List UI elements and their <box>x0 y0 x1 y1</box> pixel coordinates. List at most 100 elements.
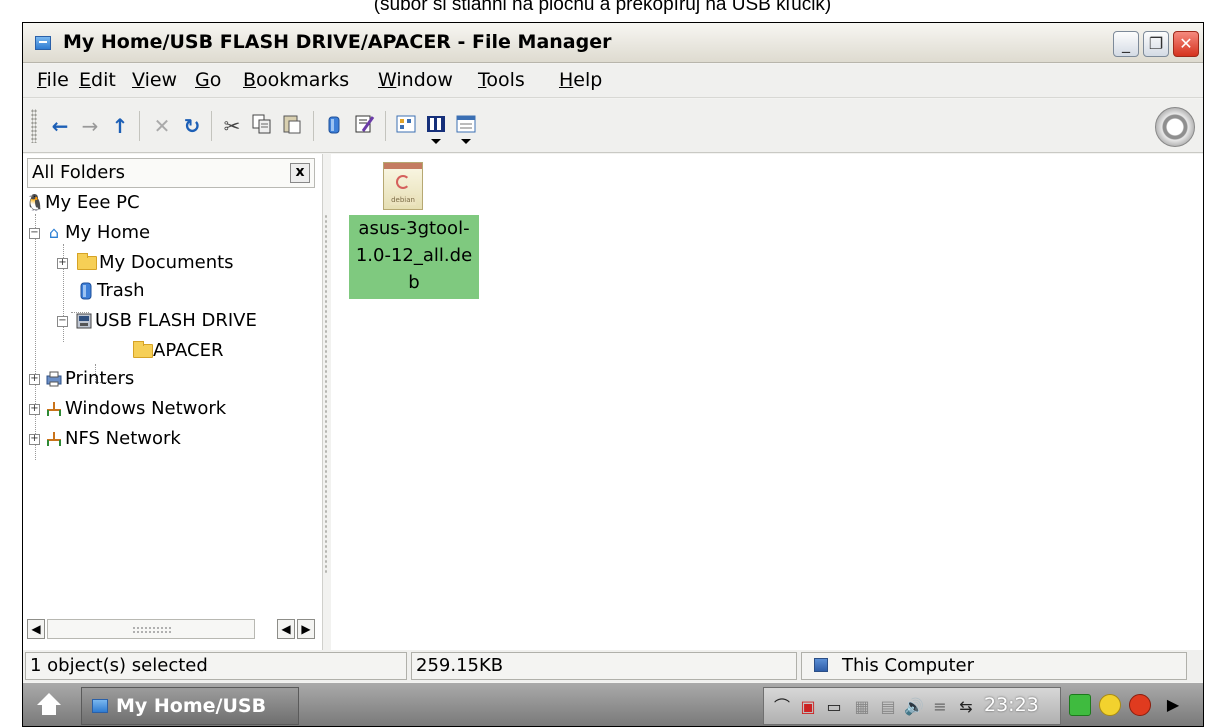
arrow-right-icon[interactable]: ▶ <box>1163 695 1183 715</box>
folder-open-icon <box>133 341 153 358</box>
printer-icon <box>45 370 63 388</box>
status-size: 259.15KB <box>411 652 797 680</box>
scroll-left-button[interactable]: ◀ <box>277 619 295 639</box>
close-button[interactable]: ✕ <box>1173 31 1199 57</box>
volume-icon[interactable]: 🔊 <box>904 697 924 717</box>
tree-item-my-eee-pc[interactable]: 🐧 My Eee PC <box>25 190 305 218</box>
tree-item-label: My Home <box>65 222 151 243</box>
tree-item-label: My Documents <box>99 252 234 273</box>
spreadsheet-icon[interactable] <box>1069 694 1091 716</box>
copy-icon[interactable] <box>249 113 275 139</box>
system-tray: ⌒ ▣ ▭ ▦ ▤ 🔊 ≡ ⇆ 23:23 <box>763 687 1061 725</box>
scroll-thumb[interactable] <box>132 626 172 634</box>
window-app-icon <box>92 699 108 713</box>
trash-icon <box>77 282 95 300</box>
tree-item-label: USB FLASH DRIVE <box>95 310 257 331</box>
tree-item-label: My Eee PC <box>45 192 140 213</box>
clock[interactable]: 23:23 <box>984 694 1039 716</box>
tree-item-trash[interactable]: Trash <box>25 278 305 306</box>
penguin-icon: 🐧 <box>25 193 45 212</box>
collapse-icon[interactable]: − <box>57 316 68 327</box>
folder-tree-title: All Folders <box>32 162 126 183</box>
forward-icon[interactable]: → <box>77 113 103 139</box>
file-view: debian asus-3gtool-1.0-12_all.deb <box>331 154 1203 650</box>
menu-bar: File Edit View Go Bookmarks Window Tools… <box>23 64 1203 98</box>
tree-item-usb-flash-drive[interactable]: − USB FLASH DRIVE <box>25 308 315 336</box>
file-item[interactable]: debian asus-3gtool-1.0-12_all.deb <box>339 160 479 299</box>
menu-file[interactable]: File <box>37 69 69 91</box>
menu-help[interactable]: Help <box>559 69 602 91</box>
home-icon[interactable] <box>37 693 61 717</box>
view-detail-icon[interactable] <box>453 113 479 144</box>
properties-icon[interactable] <box>351 113 377 139</box>
horizontal-scrollbar[interactable]: ◀ ◀ ▶ <box>27 619 319 641</box>
toolbar-separator <box>139 111 141 141</box>
menu-tools[interactable]: Tools <box>478 69 525 91</box>
tree-item-label: NFS Network <box>65 428 181 449</box>
menu-edit[interactable]: Edit <box>79 69 116 91</box>
pane-splitter[interactable] <box>323 154 331 650</box>
home-icon: ⌂ <box>48 223 60 242</box>
maximize-button[interactable]: ❐ <box>1143 31 1169 57</box>
network-disconnected-icon[interactable]: ▣ <box>798 697 818 717</box>
status-location-label: This Computer <box>842 655 974 676</box>
expand-icon[interactable]: + <box>57 258 68 269</box>
power-icon[interactable] <box>1129 694 1151 716</box>
taskbar-window-label: My Home/USB <box>116 695 267 717</box>
toolbar: ← → ↑ ✕ ↻ ✂ <box>23 99 1203 153</box>
expand-icon[interactable]: + <box>29 374 40 385</box>
taskbar: My Home/USB ⌒ ▣ ▭ ▦ ▤ 🔊 ≡ ⇆ 23:23 ▶ <box>23 683 1203 726</box>
network-icon <box>45 430 63 448</box>
scroll-right-button[interactable]: ▶ <box>297 619 315 639</box>
activity-spinner-icon <box>1155 107 1195 147</box>
menu-view[interactable]: View <box>132 69 177 91</box>
file-manager-window: My Home/USB FLASH DRIVE/APACER - File Ma… <box>22 22 1204 727</box>
back-icon[interactable]: ← <box>47 113 73 139</box>
menu-bookmarks[interactable]: Bookmarks <box>243 69 349 91</box>
menu-window[interactable]: Window <box>378 69 453 91</box>
cut-icon[interactable]: ✂ <box>219 113 245 139</box>
tree-item-label: Printers <box>65 368 135 389</box>
status-location: This Computer <box>801 652 1187 680</box>
toolbar-separator <box>385 111 387 141</box>
menu-go[interactable]: Go <box>195 69 221 91</box>
view-list-icon[interactable] <box>423 113 449 144</box>
tree-item-windows-network[interactable]: + Windows Network <box>25 396 315 424</box>
folder-tree-header: All Folders x <box>27 158 315 188</box>
tree-item-printers[interactable]: + Printers <box>25 366 305 394</box>
wifi-icon[interactable]: ⌒ <box>772 697 792 717</box>
battery-icon[interactable]: ▭ <box>824 697 844 717</box>
folder-tree-pane: All Folders x 🐧 My Eee PC − ⌂ My Home + … <box>23 154 323 650</box>
view-icons-icon[interactable] <box>393 113 419 139</box>
window-title: My Home/USB FLASH DRIVE/APACER - File Ma… <box>63 31 612 53</box>
storage-icon[interactable]: ≡ <box>930 697 950 717</box>
stop-icon[interactable]: ✕ <box>149 113 175 139</box>
tree-item-apacer[interactable]: APACER <box>25 338 305 366</box>
folder-tree-close-button[interactable]: x <box>290 163 310 183</box>
paste-icon[interactable] <box>279 113 305 139</box>
minimize-button[interactable]: _ <box>1113 31 1139 57</box>
taskbar-window-button[interactable]: My Home/USB <box>81 687 299 725</box>
toolbar-grip[interactable] <box>31 109 37 143</box>
keyboard-icon[interactable]: ▤ <box>878 697 898 717</box>
tree-item-my-documents[interactable]: + My Documents <box>25 250 305 278</box>
tree-item-nfs-network[interactable]: + NFS Network <box>25 426 305 454</box>
window-app-icon <box>35 36 51 50</box>
scroll-left-button[interactable]: ◀ <box>27 619 45 639</box>
usb-icon[interactable]: ⇆ <box>956 697 976 717</box>
display-icon[interactable]: ▦ <box>852 697 872 717</box>
status-bar: 1 object(s) selected 259.15KB This Compu… <box>23 650 1203 682</box>
expand-icon[interactable]: + <box>29 434 40 445</box>
folder-icon <box>77 253 97 270</box>
up-icon[interactable]: ↑ <box>107 113 133 139</box>
expand-icon[interactable]: + <box>29 404 40 415</box>
tree-item-label: Windows Network <box>65 398 227 419</box>
smiley-icon[interactable] <box>1099 694 1121 716</box>
scroll-track[interactable] <box>47 619 255 639</box>
title-bar[interactable]: My Home/USB FLASH DRIVE/APACER - File Ma… <box>23 23 1203 63</box>
trash-icon[interactable] <box>321 113 347 139</box>
reload-icon[interactable]: ↻ <box>179 113 205 139</box>
page-caption: (súbor si stiahni na plochu a prekopíruj… <box>373 0 832 15</box>
tree-item-my-home[interactable]: − ⌂ My Home <box>25 220 305 248</box>
collapse-icon[interactable]: − <box>29 228 40 239</box>
